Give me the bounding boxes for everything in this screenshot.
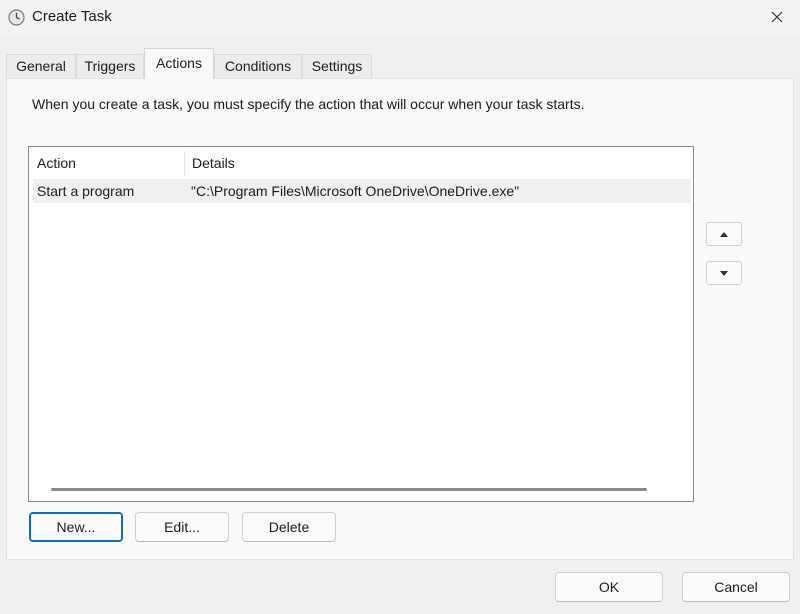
actions-description: When you create a task, you must specify… bbox=[32, 96, 585, 112]
arrow-down-icon bbox=[720, 270, 728, 276]
delete-action-button[interactable]: Delete bbox=[242, 512, 336, 542]
clock-icon bbox=[8, 9, 25, 26]
cancel-button[interactable]: Cancel bbox=[682, 572, 790, 602]
cell-action: Start a program bbox=[37, 183, 135, 199]
arrow-up-icon bbox=[720, 231, 728, 237]
cell-details: "C:\Program Files\Microsoft OneDrive\One… bbox=[191, 183, 520, 199]
move-up-button[interactable] bbox=[706, 222, 742, 246]
horizontal-scrollbar[interactable] bbox=[51, 488, 647, 491]
dialog-footer bbox=[0, 560, 800, 614]
title-bar: Create Task bbox=[0, 0, 800, 36]
tab-actions[interactable]: Actions bbox=[144, 48, 214, 79]
window-title: Create Task bbox=[32, 8, 112, 25]
close-button[interactable] bbox=[754, 0, 800, 34]
tab-conditions[interactable]: Conditions bbox=[214, 54, 302, 78]
column-header-action[interactable]: Action bbox=[29, 147, 184, 177]
column-header-details[interactable]: Details bbox=[184, 147, 684, 177]
tab-settings[interactable]: Settings bbox=[302, 54, 372, 78]
tab-triggers[interactable]: Triggers bbox=[76, 54, 144, 78]
move-down-button[interactable] bbox=[706, 261, 742, 285]
tab-general[interactable]: General bbox=[6, 54, 76, 78]
table-row[interactable]: Start a program "C:\Program Files\Micros… bbox=[33, 179, 691, 203]
edit-action-button[interactable]: Edit... bbox=[135, 512, 229, 542]
ok-button[interactable]: OK bbox=[555, 572, 663, 602]
new-action-button[interactable]: New... bbox=[29, 512, 123, 542]
close-icon bbox=[771, 11, 783, 23]
actions-list[interactable]: Action Details Start a program "C:\Progr… bbox=[28, 146, 694, 502]
